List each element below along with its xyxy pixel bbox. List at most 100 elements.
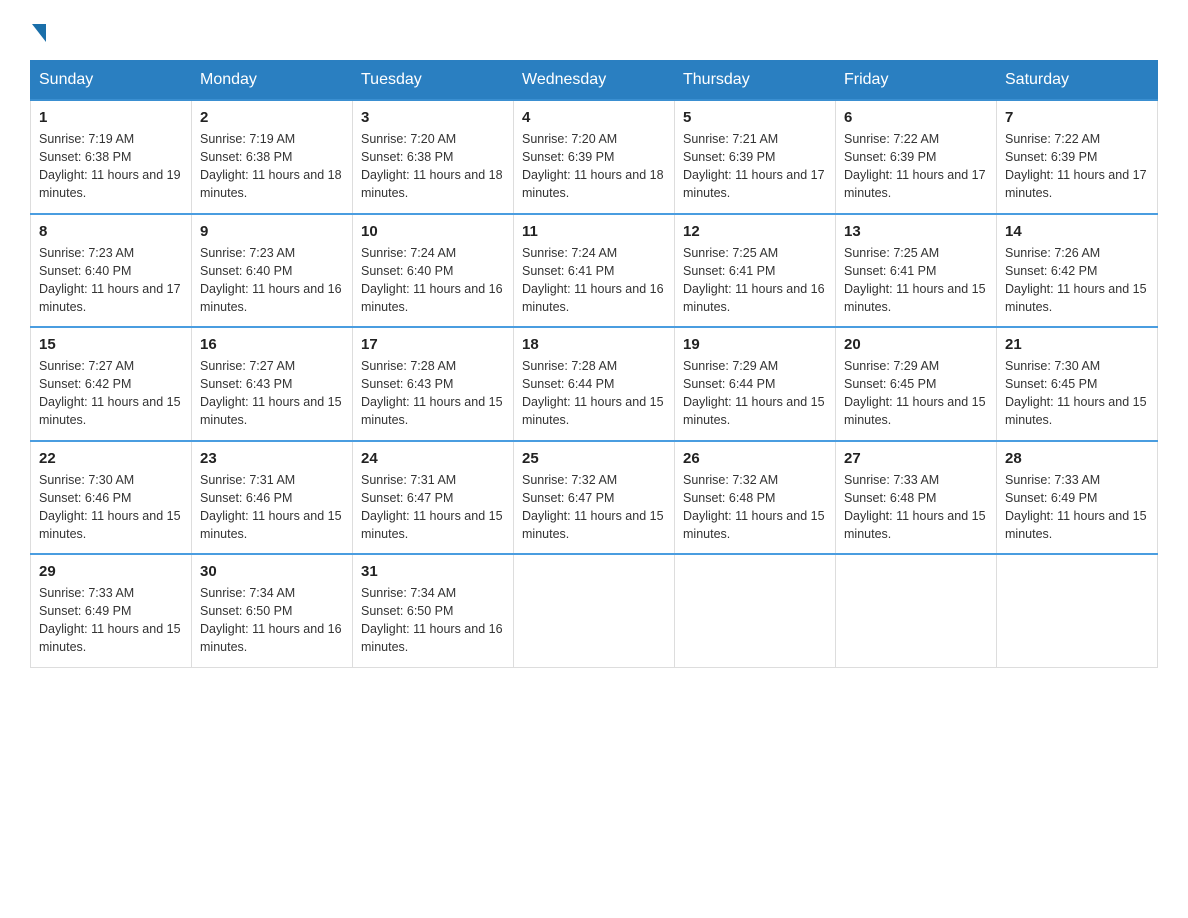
day-info: Sunrise: 7:30 AMSunset: 6:46 PMDaylight:…: [39, 471, 183, 544]
day-number: 29: [39, 563, 183, 580]
calendar-header-thursday: Thursday: [675, 61, 836, 101]
calendar-cell: 17 Sunrise: 7:28 AMSunset: 6:43 PMDayligh…: [353, 327, 514, 441]
calendar-cell: 22 Sunrise: 7:30 AMSunset: 6:46 PMDayligh…: [31, 441, 192, 555]
day-number: 15: [39, 336, 183, 353]
day-number: 8: [39, 223, 183, 240]
calendar-header-friday: Friday: [836, 61, 997, 101]
day-info: Sunrise: 7:31 AMSunset: 6:46 PMDaylight:…: [200, 471, 344, 544]
calendar-header-monday: Monday: [192, 61, 353, 101]
calendar-header-sunday: Sunday: [31, 61, 192, 101]
calendar-cell: 3 Sunrise: 7:20 AMSunset: 6:38 PMDaylight…: [353, 100, 514, 214]
day-number: 5: [683, 109, 827, 126]
calendar-cell: 10 Sunrise: 7:24 AMSunset: 6:40 PMDayligh…: [353, 214, 514, 328]
day-number: 16: [200, 336, 344, 353]
day-info: Sunrise: 7:25 AMSunset: 6:41 PMDaylight:…: [683, 244, 827, 317]
calendar-week-row: 15Sunrise: 7:27 AMSunset: 6:42 PMDayligh…: [31, 327, 1158, 441]
calendar-cell: 15Sunrise: 7:27 AMSunset: 6:42 PMDayligh…: [31, 327, 192, 441]
day-info: Sunrise: 7:29 AMSunset: 6:44 PMDaylight:…: [683, 357, 827, 430]
day-info: Sunrise: 7:27 AMSunset: 6:43 PMDaylight:…: [200, 357, 344, 430]
day-info: Sunrise: 7:30 AMSunset: 6:45 PMDaylight:…: [1005, 357, 1149, 430]
day-number: 26: [683, 450, 827, 467]
calendar-cell: [514, 554, 675, 667]
day-number: 31: [361, 563, 505, 580]
calendar-header-tuesday: Tuesday: [353, 61, 514, 101]
calendar-cell: [997, 554, 1158, 667]
calendar-cell: 13 Sunrise: 7:25 AMSunset: 6:41 PMDayligh…: [836, 214, 997, 328]
day-info: Sunrise: 7:32 AMSunset: 6:47 PMDaylight:…: [522, 471, 666, 544]
day-info: Sunrise: 7:24 AMSunset: 6:40 PMDaylight:…: [361, 244, 505, 317]
day-number: 21: [1005, 336, 1149, 353]
day-number: 23: [200, 450, 344, 467]
calendar-cell: 29 Sunrise: 7:33 AMSunset: 6:49 PMDayligh…: [31, 554, 192, 667]
calendar-cell: 18Sunrise: 7:28 AMSunset: 6:44 PMDayligh…: [514, 327, 675, 441]
day-info: Sunrise: 7:34 AMSunset: 6:50 PMDaylight:…: [361, 584, 505, 657]
day-info: Sunrise: 7:22 AMSunset: 6:39 PMDaylight:…: [844, 130, 988, 203]
day-info: Sunrise: 7:33 AMSunset: 6:49 PMDaylight:…: [1005, 471, 1149, 544]
calendar-cell: 12 Sunrise: 7:25 AMSunset: 6:41 PMDayligh…: [675, 214, 836, 328]
logo-arrow-icon: [32, 24, 46, 42]
calendar-cell: 16 Sunrise: 7:27 AMSunset: 6:43 PMDayligh…: [192, 327, 353, 441]
day-number: 10: [361, 223, 505, 240]
day-number: 13: [844, 223, 988, 240]
day-number: 1: [39, 109, 183, 126]
calendar-cell: 5Sunrise: 7:21 AMSunset: 6:39 PMDaylight…: [675, 100, 836, 214]
day-number: 11: [522, 223, 666, 240]
calendar-cell: [675, 554, 836, 667]
calendar-week-row: 8 Sunrise: 7:23 AMSunset: 6:40 PMDaylight…: [31, 214, 1158, 328]
day-number: 30: [200, 563, 344, 580]
day-info: Sunrise: 7:19 AMSunset: 6:38 PMDaylight:…: [39, 130, 183, 203]
calendar-cell: 11 Sunrise: 7:24 AMSunset: 6:41 PMDayligh…: [514, 214, 675, 328]
day-number: 20: [844, 336, 988, 353]
page-header: [30, 20, 1158, 42]
day-info: Sunrise: 7:20 AMSunset: 6:38 PMDaylight:…: [361, 130, 505, 203]
calendar-cell: 6Sunrise: 7:22 AMSunset: 6:39 PMDaylight…: [836, 100, 997, 214]
calendar-table: SundayMondayTuesdayWednesdayThursdayFrid…: [30, 60, 1158, 668]
day-info: Sunrise: 7:26 AMSunset: 6:42 PMDaylight:…: [1005, 244, 1149, 317]
calendar-cell: 8 Sunrise: 7:23 AMSunset: 6:40 PMDaylight…: [31, 214, 192, 328]
day-number: 2: [200, 109, 344, 126]
day-number: 3: [361, 109, 505, 126]
day-info: Sunrise: 7:33 AMSunset: 6:48 PMDaylight:…: [844, 471, 988, 544]
calendar-cell: 31 Sunrise: 7:34 AMSunset: 6:50 PMDayligh…: [353, 554, 514, 667]
day-info: Sunrise: 7:34 AMSunset: 6:50 PMDaylight:…: [200, 584, 344, 657]
day-info: Sunrise: 7:24 AMSunset: 6:41 PMDaylight:…: [522, 244, 666, 317]
day-number: 27: [844, 450, 988, 467]
calendar-cell: 30 Sunrise: 7:34 AMSunset: 6:50 PMDayligh…: [192, 554, 353, 667]
day-info: Sunrise: 7:23 AMSunset: 6:40 PMDaylight:…: [39, 244, 183, 317]
day-number: 9: [200, 223, 344, 240]
day-info: Sunrise: 7:33 AMSunset: 6:49 PMDaylight:…: [39, 584, 183, 657]
day-info: Sunrise: 7:29 AMSunset: 6:45 PMDaylight:…: [844, 357, 988, 430]
day-number: 12: [683, 223, 827, 240]
day-info: Sunrise: 7:19 AMSunset: 6:38 PMDaylight:…: [200, 130, 344, 203]
day-info: Sunrise: 7:22 AMSunset: 6:39 PMDaylight:…: [1005, 130, 1149, 203]
day-info: Sunrise: 7:20 AMSunset: 6:39 PMDaylight:…: [522, 130, 666, 203]
calendar-cell: 2 Sunrise: 7:19 AMSunset: 6:38 PMDaylight…: [192, 100, 353, 214]
calendar-cell: 9Sunrise: 7:23 AMSunset: 6:40 PMDaylight…: [192, 214, 353, 328]
day-number: 17: [361, 336, 505, 353]
calendar-header-wednesday: Wednesday: [514, 61, 675, 101]
day-info: Sunrise: 7:31 AMSunset: 6:47 PMDaylight:…: [361, 471, 505, 544]
calendar-cell: 23 Sunrise: 7:31 AMSunset: 6:46 PMDayligh…: [192, 441, 353, 555]
calendar-header-saturday: Saturday: [997, 61, 1158, 101]
day-number: 28: [1005, 450, 1149, 467]
calendar-week-row: 22 Sunrise: 7:30 AMSunset: 6:46 PMDayligh…: [31, 441, 1158, 555]
calendar-week-row: 1 Sunrise: 7:19 AMSunset: 6:38 PMDaylight…: [31, 100, 1158, 214]
calendar-header-row: SundayMondayTuesdayWednesdayThursdayFrid…: [31, 61, 1158, 101]
logo: [30, 20, 46, 42]
calendar-cell: [836, 554, 997, 667]
calendar-cell: 27 Sunrise: 7:33 AMSunset: 6:48 PMDayligh…: [836, 441, 997, 555]
day-number: 4: [522, 109, 666, 126]
calendar-cell: 19Sunrise: 7:29 AMSunset: 6:44 PMDayligh…: [675, 327, 836, 441]
calendar-cell: 24Sunrise: 7:31 AMSunset: 6:47 PMDayligh…: [353, 441, 514, 555]
day-number: 18: [522, 336, 666, 353]
calendar-cell: 25Sunrise: 7:32 AMSunset: 6:47 PMDayligh…: [514, 441, 675, 555]
day-info: Sunrise: 7:25 AMSunset: 6:41 PMDaylight:…: [844, 244, 988, 317]
calendar-cell: 4 Sunrise: 7:20 AMSunset: 6:39 PMDaylight…: [514, 100, 675, 214]
calendar-cell: 21 Sunrise: 7:30 AMSunset: 6:45 PMDayligh…: [997, 327, 1158, 441]
day-number: 22: [39, 450, 183, 467]
calendar-cell: 14 Sunrise: 7:26 AMSunset: 6:42 PMDayligh…: [997, 214, 1158, 328]
day-info: Sunrise: 7:28 AMSunset: 6:43 PMDaylight:…: [361, 357, 505, 430]
calendar-cell: 7Sunrise: 7:22 AMSunset: 6:39 PMDaylight…: [997, 100, 1158, 214]
calendar-cell: 20 Sunrise: 7:29 AMSunset: 6:45 PMDayligh…: [836, 327, 997, 441]
day-number: 14: [1005, 223, 1149, 240]
